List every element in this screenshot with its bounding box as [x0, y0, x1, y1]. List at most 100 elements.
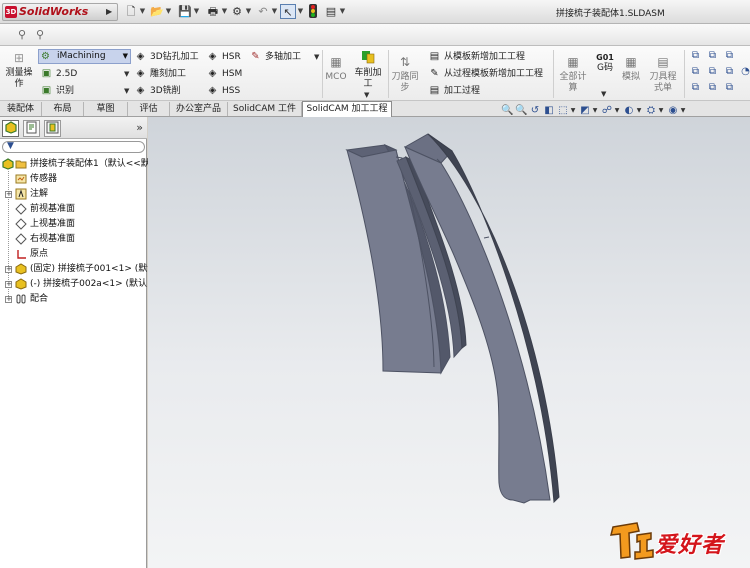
- sketch-tool-2-icon[interactable]: ⚲: [32, 27, 48, 43]
- rebuild-traffic-light-icon[interactable]: [307, 4, 319, 19]
- settings-icon[interactable]: ◔: [739, 66, 750, 78]
- recognize-dropdown-icon[interactable]: ▼: [124, 87, 129, 95]
- hsr-button[interactable]: ◈ HSR: [206, 50, 241, 64]
- tree-item-top-plane[interactable]: 上视基准面: [0, 217, 147, 232]
- simulate-button[interactable]: ▦ 模拟: [620, 54, 642, 83]
- zoom-to-area-icon[interactable]: 🔍: [515, 104, 527, 118]
- hsm-button[interactable]: ◈ HSM: [206, 67, 243, 81]
- new-dropdown-icon[interactable]: ▼: [139, 4, 146, 19]
- section-view-icon[interactable]: ◧: [543, 104, 555, 118]
- feature-tree-tab-icon[interactable]: [2, 120, 19, 137]
- mill-25d-dropdown-icon[interactable]: ▼: [124, 70, 129, 78]
- tab-office-products[interactable]: 办公室产品: [170, 102, 228, 116]
- expand-icon[interactable]: +: [5, 296, 12, 303]
- tree-item-annotations[interactable]: + 注解: [0, 187, 147, 202]
- view-cube-icon[interactable]: ⧉: [723, 50, 736, 62]
- edit-appearance-icon[interactable]: ◐: [623, 104, 635, 118]
- undo-icon[interactable]: ↶: [256, 4, 270, 19]
- tab-sketch[interactable]: 草图: [84, 102, 128, 116]
- configuration-tab-icon[interactable]: [44, 120, 61, 137]
- mill-3d-button[interactable]: ◈ 3D铣削: [134, 84, 181, 98]
- imachining-dropdown[interactable]: ⚙ iMachining ▼: [38, 49, 131, 64]
- hss-button[interactable]: ◈ HSS: [206, 84, 241, 98]
- chevron-down-icon[interactable]: ▼: [614, 104, 620, 118]
- select-pointer-icon[interactable]: ↖: [280, 4, 296, 19]
- tree-root-assembly[interactable]: 拼接梳子装配体1（默认<<默: [0, 157, 150, 172]
- mill-25d-button[interactable]: ▣ 2.5D: [40, 67, 77, 81]
- drill-3d-button[interactable]: ◈ 3D钻孔加工: [134, 50, 199, 64]
- tab-solidcam-operations[interactable]: SolidCAM 加工工程: [302, 101, 392, 117]
- solidworks-menu-button[interactable]: 3D SolidWorks ▶: [2, 3, 118, 21]
- view-cube-icon[interactable]: ⧉: [689, 50, 702, 62]
- view-cube-icon[interactable]: ⧉: [706, 50, 719, 62]
- chevron-down-icon[interactable]: ▼: [680, 104, 686, 118]
- view-cube-icon[interactable]: ⧉: [706, 66, 719, 78]
- zoom-to-fit-icon[interactable]: 🔍: [501, 104, 513, 118]
- tree-item-part-1[interactable]: + (固定) 拼接梳子001<1> (默认: [0, 262, 156, 277]
- view-cube-icon[interactable]: ⧉: [723, 66, 736, 78]
- previous-view-icon[interactable]: ↺: [529, 104, 541, 118]
- print-dropdown-icon[interactable]: ▼: [221, 4, 228, 19]
- options-icon[interactable]: ⚙: [230, 4, 244, 19]
- view-cube-icon[interactable]: ⧉: [723, 82, 736, 94]
- chevron-down-icon[interactable]: ▼: [592, 104, 598, 118]
- chevron-down-icon[interactable]: ▼: [636, 104, 642, 118]
- view-cube-icon[interactable]: ⧉: [706, 82, 719, 94]
- property-manager-tab-icon[interactable]: [23, 120, 40, 137]
- apply-scene-icon[interactable]: ⛭: [645, 104, 657, 118]
- print-icon[interactable]: 🖶: [206, 4, 220, 19]
- graphics-viewport[interactable]: [148, 117, 750, 568]
- open-dropdown-icon[interactable]: ▼: [165, 4, 172, 19]
- options-dropdown-icon[interactable]: ▼: [245, 4, 252, 19]
- tree-item-origin[interactable]: 原点: [0, 247, 147, 262]
- assembly-model[interactable]: [148, 117, 750, 568]
- hide-show-items-icon[interactable]: ☍: [601, 104, 613, 118]
- display-style-icon[interactable]: ◩: [579, 104, 591, 118]
- undo-dropdown-icon[interactable]: ▼: [271, 4, 278, 19]
- feature-filter-input[interactable]: ▼: [2, 141, 145, 153]
- multiaxis-dropdown-icon[interactable]: ▼: [314, 53, 319, 61]
- expand-icon[interactable]: +: [5, 281, 12, 288]
- process-button[interactable]: ▤ 加工过程: [428, 84, 480, 98]
- turning-button[interactable]: 车削加工: [352, 50, 384, 90]
- save-icon[interactable]: 💾: [178, 4, 192, 19]
- expand-icon[interactable]: +: [5, 191, 12, 198]
- view-settings-icon[interactable]: ◉: [667, 104, 679, 118]
- select-dropdown-icon[interactable]: ▼: [297, 4, 304, 19]
- tab-layout[interactable]: 布局: [42, 102, 84, 116]
- tree-item-right-plane[interactable]: 右视基准面: [0, 232, 147, 247]
- save-dropdown-icon[interactable]: ▼: [193, 4, 200, 19]
- new-from-process-template-button[interactable]: ✎ 从过程模板新增加工工程: [428, 67, 543, 81]
- expand-panel-icon[interactable]: »: [136, 121, 143, 134]
- measure-button[interactable]: ⊞ 测量操作: [4, 50, 34, 90]
- properties-dropdown-icon[interactable]: ▼: [339, 4, 346, 19]
- open-folder-icon[interactable]: 📂: [150, 4, 164, 19]
- tool-sync-button[interactable]: ⇅ 刀路同步: [390, 54, 420, 94]
- tree-item-mates[interactable]: + 配合: [0, 292, 147, 307]
- tree-item-front-plane[interactable]: 前视基准面: [0, 202, 147, 217]
- view-orientation-icon[interactable]: ⬚: [557, 104, 569, 118]
- chevron-down-icon[interactable]: ▼: [658, 104, 664, 118]
- tree-item-sensors[interactable]: 传感器: [0, 172, 147, 187]
- expand-icon[interactable]: +: [5, 266, 12, 273]
- tab-evaluate[interactable]: 评估: [128, 102, 170, 116]
- engrave-button[interactable]: ◈ 雕刻加工: [134, 67, 186, 81]
- recognize-button[interactable]: ▣ 识别: [40, 84, 74, 98]
- new-document-icon[interactable]: 🗋: [124, 4, 138, 19]
- sketch-tool-icon[interactable]: ⚲: [14, 27, 30, 43]
- turning-dropdown-icon[interactable]: ▼: [364, 91, 369, 99]
- tool-table-button[interactable]: ▤ 刀具程式单: [648, 54, 678, 94]
- multiaxis-button[interactable]: ✎ 多轴加工: [249, 50, 301, 64]
- chevron-down-icon[interactable]: ▼: [570, 104, 576, 118]
- view-cube-icon[interactable]: ⧉: [689, 66, 702, 78]
- calc-all-button[interactable]: ▦ 全部计算: [556, 54, 590, 94]
- gcode-button[interactable]: G01 G码: [593, 52, 617, 74]
- tab-assembly[interactable]: 装配体: [0, 102, 42, 116]
- file-properties-icon[interactable]: ▤: [324, 4, 338, 19]
- gcode-dropdown-icon[interactable]: ▼: [601, 90, 606, 98]
- new-from-template-button[interactable]: ▤ 从模板新增加工工程: [428, 50, 525, 64]
- view-cube-icon[interactable]: ⧉: [689, 82, 702, 94]
- tab-solidcam-part[interactable]: SolidCAM 工件: [228, 102, 302, 116]
- tree-item-part-2[interactable]: + (-) 拼接梳子002a<1> (默认: [0, 277, 147, 292]
- mco-button[interactable]: ▦ MCO: [325, 54, 347, 83]
